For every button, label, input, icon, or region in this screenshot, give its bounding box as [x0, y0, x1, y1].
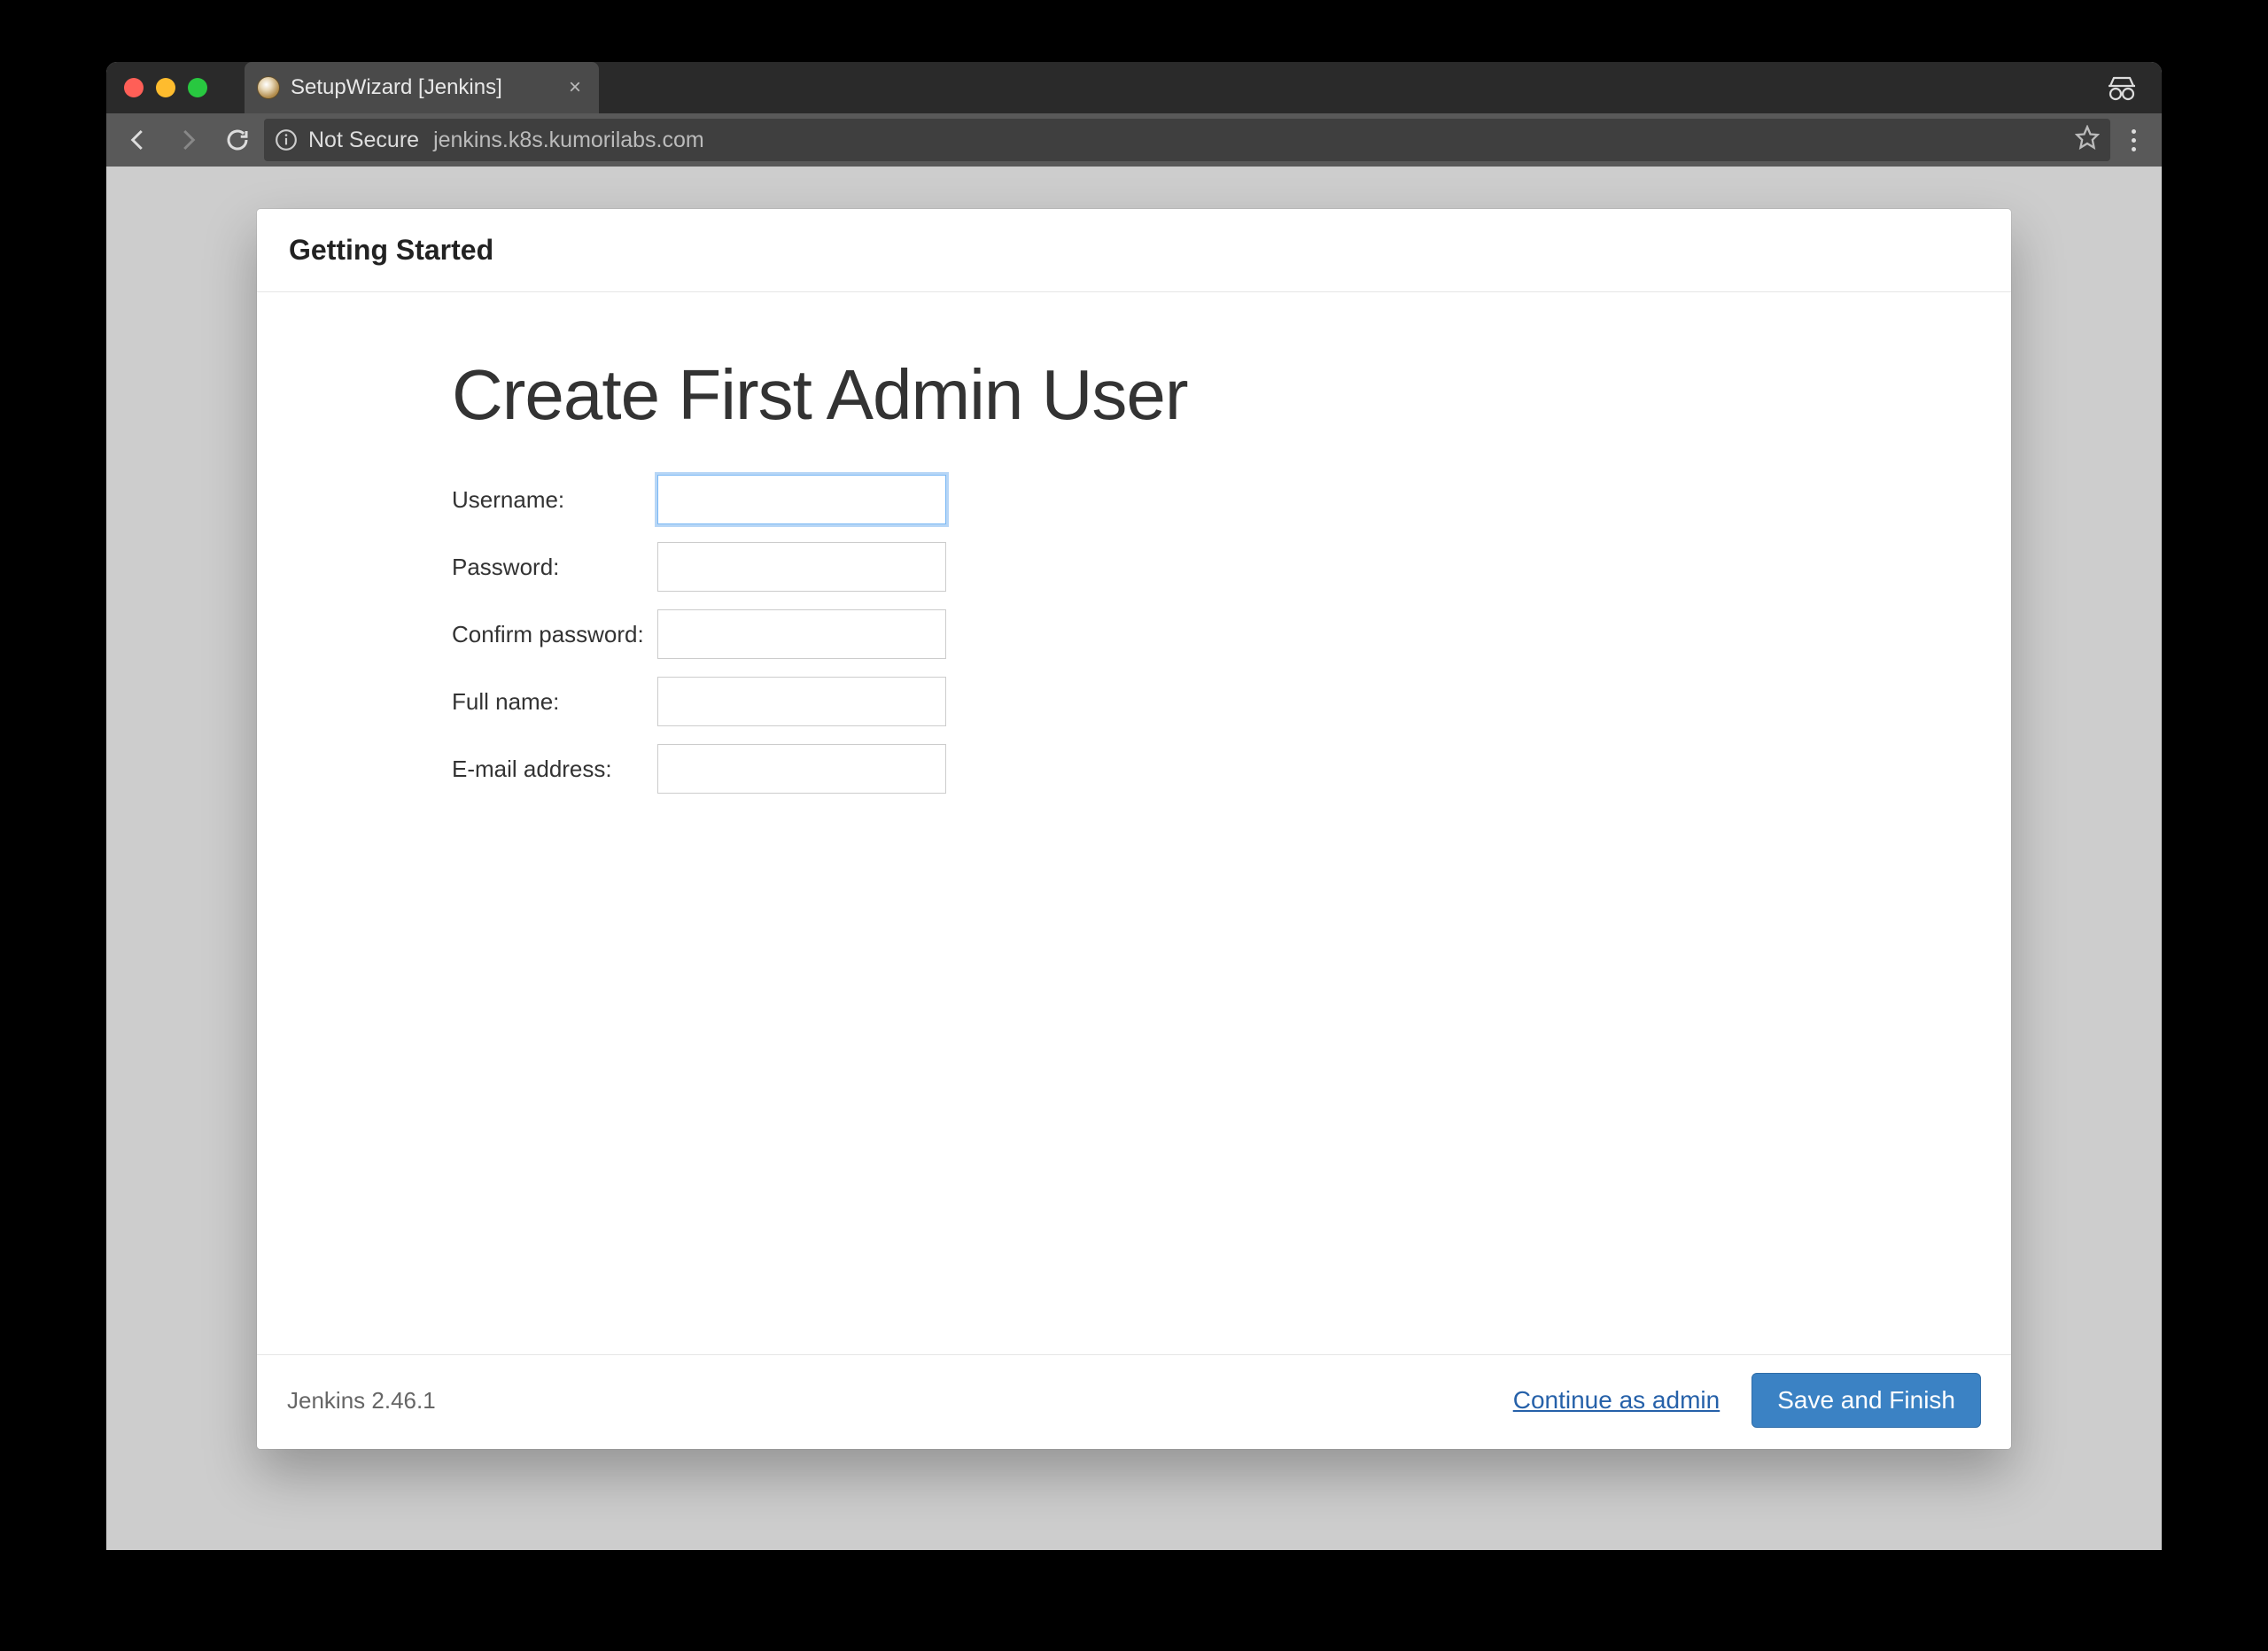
- page-title: Create First Admin User: [452, 354, 1816, 436]
- setup-wizard-panel: Getting Started Create First Admin User …: [257, 209, 2011, 1449]
- save-and-finish-button[interactable]: Save and Finish: [1751, 1373, 1981, 1428]
- window-close-button[interactable]: [124, 78, 144, 97]
- url-box[interactable]: Not Secure jenkins.k8s.kumorilabs.com: [264, 119, 2110, 161]
- address-bar: Not Secure jenkins.k8s.kumorilabs.com: [106, 113, 2162, 167]
- continue-as-admin-link[interactable]: Continue as admin: [1513, 1386, 1720, 1415]
- reload-button[interactable]: [214, 117, 260, 163]
- bookmark-star-icon[interactable]: [2075, 125, 2100, 156]
- viewport: Getting Started Create First Admin User …: [106, 167, 2162, 1550]
- incognito-icon: [2107, 74, 2137, 105]
- browser-window: SetupWizard [Jenkins] ×: [106, 62, 2162, 1550]
- form-row-username: Username:: [452, 475, 1816, 524]
- fullname-input[interactable]: [657, 677, 946, 726]
- back-button[interactable]: [115, 117, 161, 163]
- tab-title: SetupWizard [Jenkins]: [291, 75, 502, 100]
- password-input[interactable]: [657, 542, 946, 592]
- window-maximize-button[interactable]: [188, 78, 207, 97]
- panel-body: Create First Admin User Username: Passwo…: [257, 292, 2011, 1354]
- username-label: Username:: [452, 486, 657, 514]
- jenkins-version-label: Jenkins 2.46.1: [287, 1387, 436, 1415]
- url-text: jenkins.k8s.kumorilabs.com: [433, 128, 704, 153]
- password-label: Password:: [452, 554, 657, 581]
- email-label: E-mail address:: [452, 756, 657, 783]
- email-input[interactable]: [657, 744, 946, 794]
- panel-header: Getting Started: [257, 209, 2011, 292]
- form-row-password: Password:: [452, 542, 1816, 592]
- traffic-lights: [117, 78, 218, 97]
- browser-tab[interactable]: SetupWizard [Jenkins] ×: [245, 62, 599, 113]
- form-row-confirm-password: Confirm password:: [452, 609, 1816, 659]
- form-row-fullname: Full name:: [452, 677, 1816, 726]
- jenkins-favicon-icon: [257, 76, 280, 99]
- username-input[interactable]: [657, 475, 946, 524]
- tab-bar: SetupWizard [Jenkins] ×: [106, 62, 2162, 113]
- fullname-label: Full name:: [452, 688, 657, 716]
- panel-footer: Jenkins 2.46.1 Continue as admin Save an…: [257, 1354, 2011, 1449]
- info-icon: [275, 128, 298, 151]
- window-minimize-button[interactable]: [156, 78, 175, 97]
- not-secure-label: Not Secure: [308, 128, 419, 153]
- forward-button[interactable]: [165, 117, 211, 163]
- confirm-password-label: Confirm password:: [452, 621, 657, 648]
- form-row-email: E-mail address:: [452, 744, 1816, 794]
- footer-actions: Continue as admin Save and Finish: [1513, 1373, 1981, 1428]
- tab-close-icon[interactable]: ×: [569, 77, 581, 98]
- confirm-password-input[interactable]: [657, 609, 946, 659]
- browser-menu-button[interactable]: [2114, 129, 2153, 151]
